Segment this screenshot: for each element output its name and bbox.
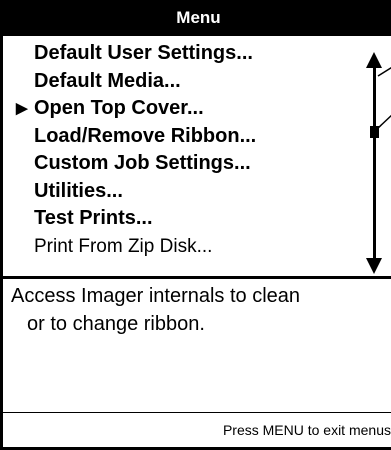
scroll-track — [373, 66, 376, 258]
footer-divider — [3, 412, 391, 413]
down-arrow-icon[interactable] — [366, 258, 382, 274]
footer-hint-text: Press MENU to exit menus — [222, 422, 391, 438]
item-description: Access Imager internals to clean or to c… — [11, 282, 391, 338]
menu-title: Menu — [176, 8, 221, 27]
description-line-2: or to change ribbon. — [27, 313, 205, 335]
menu-item-label: Load/Remove Ribbon... — [34, 124, 257, 147]
menu-list: Default User Settings... Default Media..… — [6, 40, 356, 260]
description-line-1: Access Imager internals to clean — [11, 285, 301, 307]
scroll-thumb[interactable] — [370, 126, 379, 138]
menu-item-custom-job-settings[interactable]: Custom Job Settings... — [6, 150, 356, 178]
menu-item-label: Open Top Cover... — [34, 97, 204, 119]
menu-item-label: Custom Job Settings... — [34, 152, 251, 174]
menu-item-default-user-settings[interactable]: Default User Settings... — [6, 40, 356, 68]
menu-item-label: Default User Settings... — [34, 42, 253, 64]
section-divider — [3, 276, 391, 279]
menu-item-label: Print From Zip Disk... — [34, 235, 213, 257]
menu-item-print-from-zip-disk[interactable]: Print From Zip Disk... — [6, 233, 356, 261]
selection-pointer-icon: ▶ — [16, 100, 28, 117]
menu-item-label: Utilities... — [34, 179, 123, 202]
menu-scrollbar[interactable] — [365, 52, 385, 274]
menu-item-test-prints[interactable]: Test Prints... — [6, 205, 356, 233]
printer-menu-screen: Menu Default User Settings... Default Me… — [0, 0, 391, 450]
menu-item-default-media[interactable]: Default Media... — [6, 68, 356, 96]
menu-item-label: Test Prints... — [34, 207, 153, 229]
menu-item-utilities[interactable]: Utilities... — [6, 178, 356, 206]
menu-item-open-top-cover[interactable]: ▶ Open Top Cover... — [6, 95, 356, 123]
menu-item-load-remove-ribbon[interactable]: Load/Remove Ribbon... — [6, 123, 356, 151]
footer-hint: Press MENU to exit menus — [3, 414, 391, 447]
menu-item-label: Default Media... — [34, 69, 181, 92]
menu-title-bar: Menu — [3, 0, 391, 36]
